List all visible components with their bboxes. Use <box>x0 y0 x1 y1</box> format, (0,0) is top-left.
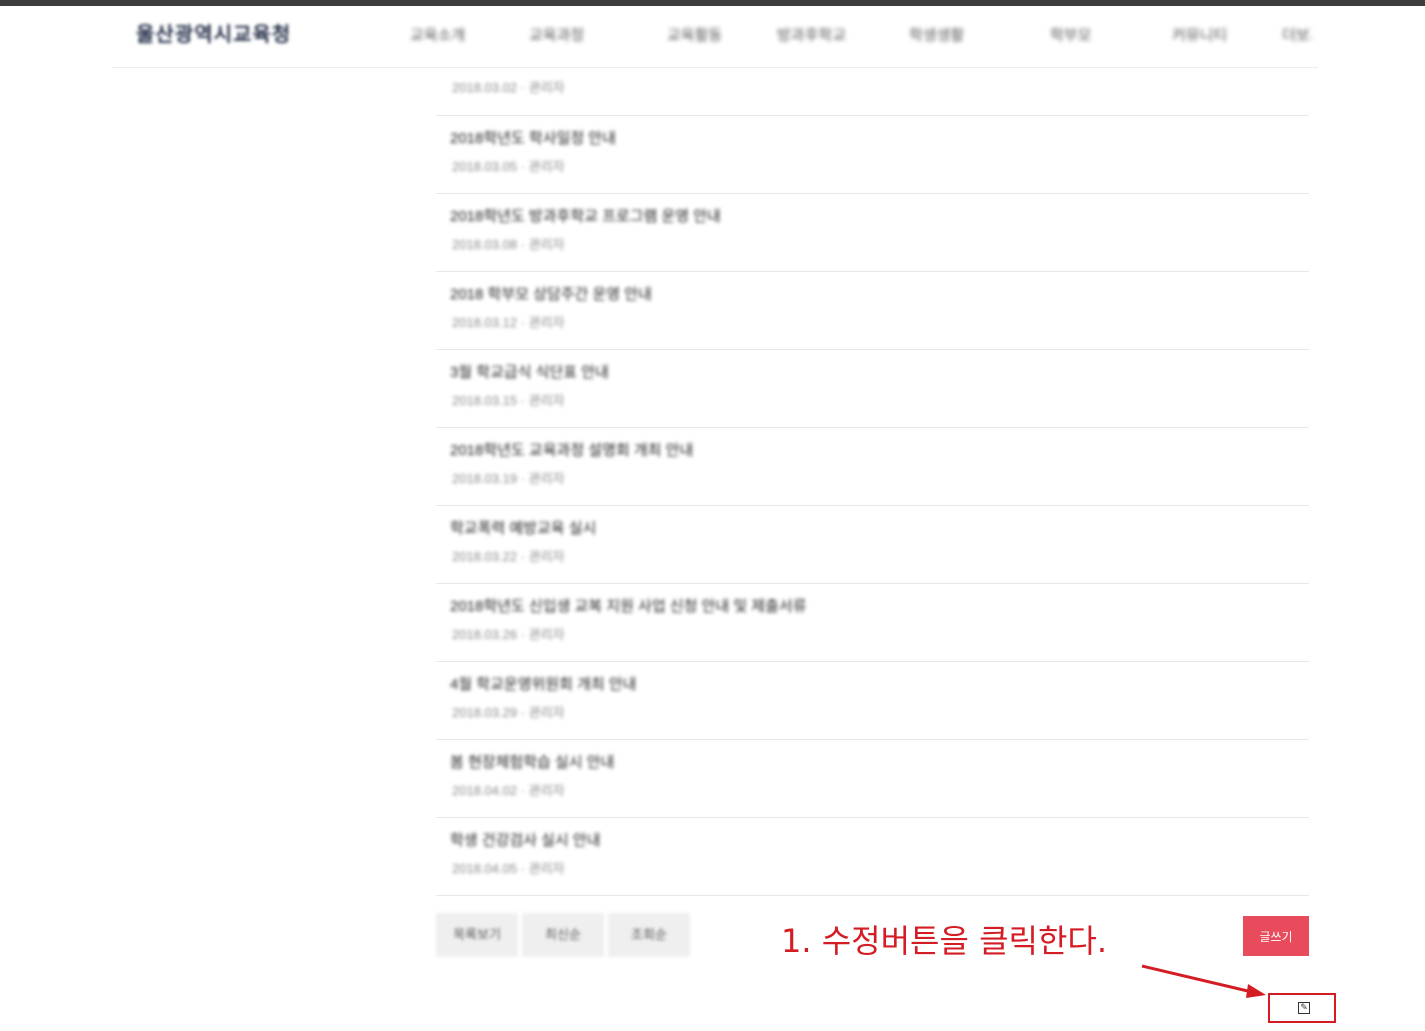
post-title[interactable]: 봄 현장체험학습 실시 안내 <box>450 752 614 774</box>
post-title[interactable]: 2018학년도 교육과정 설명회 개최 안내 <box>450 440 693 462</box>
post-meta: 2018.04.02 · 관리자 <box>452 783 565 798</box>
post-meta: 2018.03.12 · 관리자 <box>452 315 565 330</box>
post-title[interactable]: 2018 학부모 상담주간 운영 안내 <box>450 284 652 306</box>
post-title[interactable]: 2018학년도 신입생 교복 지원 사업 신청 안내 및 제출서류 <box>450 596 807 618</box>
sort-latest-button[interactable]: 최신순 <box>522 913 604 957</box>
annotation-arrow <box>1141 964 1266 998</box>
list-sort-buttons: 목록보기 최신순 조회순 <box>436 913 690 957</box>
list-button[interactable]: 목록보기 <box>436 913 518 957</box>
list-item[interactable]: 2018학년도 신입생 교복 지원 사업 신청 안내 및 제출서류 2018.0… <box>436 584 1309 662</box>
list-item[interactable]: 학교폭력 예방교육 실시 2018.03.22 · 관리자 <box>436 506 1309 584</box>
list-item[interactable]: 봄 현장체험학습 실시 안내 2018.04.02 · 관리자 <box>436 740 1309 818</box>
site-header: 울산광역시교육청 교육소개 교육과정 교육활동 방과후학교 학생생활 학부모 커… <box>112 6 1318 68</box>
post-title[interactable]: 2018학년도 방과후학교 프로그램 운영 안내 <box>450 206 721 228</box>
nav-item-7[interactable]: 커뮤니티 <box>1172 24 1227 48</box>
list-item[interactable]: 2018학년도 교육과정 설명회 개최 안내 2018.03.19 · 관리자 <box>436 428 1309 506</box>
post-meta: 2018.03.05 · 관리자 <box>452 159 565 174</box>
site-logo[interactable]: 울산광역시교육청 <box>136 20 348 50</box>
post-title[interactable]: 학생 건강검사 실시 안내 <box>450 830 601 852</box>
post-meta: 2018.03.19 · 관리자 <box>452 471 565 486</box>
write-button[interactable]: 글쓰기 <box>1243 916 1309 956</box>
nav-item-8[interactable]: 더보기 <box>1282 24 1312 48</box>
list-item[interactable]: 학생 건강검사 실시 안내 2018.04.05 · 관리자 <box>436 818 1309 896</box>
list-item[interactable]: 4월 학교운영위원회 개최 안내 2018.03.29 · 관리자 <box>436 662 1309 740</box>
post-meta: 2018.03.26 · 관리자 <box>452 627 565 642</box>
post-title[interactable]: 3월 학교급식 식단표 안내 <box>450 362 609 384</box>
edit-icon[interactable]: ✎ <box>1298 1002 1310 1014</box>
nav-item-5[interactable]: 학생생활 <box>909 24 964 48</box>
post-title[interactable]: 학교폭력 예방교육 실시 <box>450 518 596 540</box>
post-meta: 2018.03.22 · 관리자 <box>452 549 565 564</box>
nav-item-4[interactable]: 방과후학교 <box>777 24 846 48</box>
annotation-text: 1. 수정버튼을 클릭한다. <box>781 922 1108 960</box>
list-item[interactable]: 2018 학부모 상담주간 운영 안내 2018.03.12 · 관리자 <box>436 272 1309 350</box>
nav-item-3[interactable]: 교육활동 <box>667 24 722 48</box>
post-list: 2018.03.02 · 관리자 2018학년도 학사일정 안내 2018.03… <box>436 67 1309 897</box>
nav-item-2[interactable]: 교육과정 <box>529 24 584 48</box>
list-item[interactable]: 2018학년도 방과후학교 프로그램 운영 안내 2018.03.08 · 관리… <box>436 194 1309 272</box>
post-meta: 2018.03.15 · 관리자 <box>452 393 565 408</box>
post-title[interactable]: 4월 학교운영위원회 개최 안내 <box>450 674 636 696</box>
nav-item-6[interactable]: 학부모 <box>1050 24 1091 48</box>
list-item[interactable]: 2018학년도 학사일정 안내 2018.03.05 · 관리자 <box>436 116 1309 194</box>
post-meta: 2018.03.08 · 관리자 <box>452 237 565 252</box>
post-meta: 2018.03.29 · 관리자 <box>452 705 565 720</box>
post-title[interactable]: 2018학년도 학사일정 안내 <box>450 128 616 150</box>
post-meta: 2018.04.05 · 관리자 <box>452 861 565 876</box>
list-item[interactable]: 2018.03.02 · 관리자 <box>436 67 1309 116</box>
post-meta: 2018.03.02 · 관리자 <box>452 80 565 95</box>
nav-item-1[interactable]: 교육소개 <box>410 24 465 48</box>
sort-views-button[interactable]: 조회순 <box>608 913 690 957</box>
list-item[interactable]: 3월 학교급식 식단표 안내 2018.03.15 · 관리자 <box>436 350 1309 428</box>
